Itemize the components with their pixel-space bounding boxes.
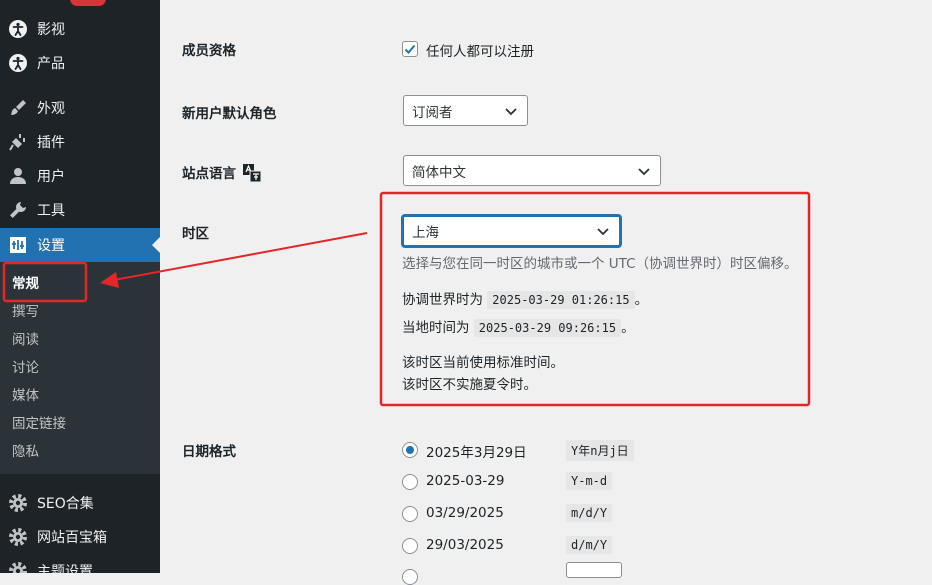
sidebar-item-seo[interactable]: SEO合集 bbox=[0, 486, 160, 520]
timezone-select[interactable]: 上海 bbox=[402, 215, 621, 247]
settings-icon bbox=[8, 235, 28, 255]
membership-checkbox[interactable] bbox=[402, 41, 418, 57]
chevron-down-icon bbox=[597, 228, 609, 236]
sidebar-item-users[interactable]: 用户 bbox=[0, 159, 160, 193]
sidebar-item-label: 设置 bbox=[37, 238, 65, 254]
site-language-label: 站点语言 bbox=[182, 166, 236, 182]
standard-time-note: 该时区当前使用标准时间。 bbox=[402, 355, 564, 371]
check-icon bbox=[404, 44, 416, 54]
settings-submenu: 常规 撰写 阅读 讨论 媒体 固定链接 隐私 bbox=[0, 262, 160, 474]
sidebar-item-plugins[interactable]: 插件 bbox=[0, 125, 160, 159]
chevron-down-icon bbox=[505, 107, 517, 115]
utc-time-value: 2025-03-29 01:26:15 bbox=[487, 291, 635, 309]
sidebar-item-chanpin[interactable]: 产品 bbox=[0, 46, 160, 80]
local-time-suffix: 。 bbox=[621, 320, 635, 336]
local-time-line: 当地时间为 2025-03-29 09:26:15。 bbox=[402, 316, 635, 337]
translation-icon bbox=[243, 164, 262, 186]
date-format-radio[interactable] bbox=[402, 474, 418, 490]
submenu-item-privacy[interactable]: 隐私 bbox=[12, 442, 39, 462]
sidebar-item-label: 外观 bbox=[37, 101, 65, 117]
submenu-item-general[interactable]: 常规 bbox=[12, 274, 39, 294]
sidebar-item-tools[interactable]: 工具 bbox=[0, 193, 160, 227]
timezone-description: 选择与您在同一时区的城市或一个 UTC（协调世界时）时区偏移。 bbox=[402, 256, 798, 272]
default-role-value: 订阅者 bbox=[412, 104, 453, 121]
date-format-option[interactable]: 29/03/2025 bbox=[426, 537, 504, 553]
update-badge bbox=[70, 0, 106, 6]
membership-checkbox-label[interactable]: 任何人都可以注册 bbox=[426, 40, 534, 60]
sidebar-item-label: 网站百宝箱 bbox=[37, 530, 107, 546]
gear-icon bbox=[8, 527, 28, 547]
date-format-code: Y年n月j日 bbox=[566, 440, 634, 461]
plugin-icon bbox=[8, 132, 28, 152]
gear-icon bbox=[8, 561, 28, 573]
submenu-item-discussion[interactable]: 讨论 bbox=[12, 358, 39, 378]
settings-main: 成员资格 任何人都可以注册 新用户默认角色 订阅者 站点语言 简体中文 时区 上… bbox=[160, 0, 932, 585]
sidebar-item-label: 工具 bbox=[37, 203, 65, 219]
submenu-item-reading[interactable]: 阅读 bbox=[12, 330, 39, 350]
date-format-code: Y-m-d bbox=[566, 472, 613, 490]
chevron-down-icon bbox=[638, 167, 650, 175]
sidebar-item-appearance[interactable]: 外观 bbox=[0, 91, 160, 125]
date-format-label: 日期格式 bbox=[182, 444, 236, 460]
accessibility-icon bbox=[8, 53, 28, 73]
gear-icon bbox=[8, 493, 28, 513]
date-format-option[interactable]: 03/29/2025 bbox=[426, 505, 504, 521]
sidebar-item-label: SEO合集 bbox=[37, 496, 94, 512]
date-format-radio[interactable] bbox=[402, 442, 418, 458]
timezone-label: 时区 bbox=[182, 226, 209, 242]
admin-sidebar: 影视 产品 外观 插件 用户 工具 设置 常规 撰写 阅读 讨论 媒体 固定链接… bbox=[0, 0, 160, 573]
date-format-radio[interactable] bbox=[402, 538, 418, 554]
utc-time-suffix: 。 bbox=[634, 292, 649, 308]
accessibility-icon bbox=[8, 19, 28, 39]
sidebar-item-theme-settings[interactable]: 主题设置 bbox=[0, 554, 160, 573]
date-format-radio[interactable] bbox=[402, 506, 418, 522]
sidebar-item-label: 用户 bbox=[37, 169, 65, 185]
utc-time-prefix: 协调世界时为 bbox=[402, 292, 483, 308]
sidebar-item-settings[interactable]: 设置 bbox=[0, 228, 160, 262]
default-role-label: 新用户默认角色 bbox=[182, 106, 277, 122]
date-format-option[interactable]: 2025年3月29日 bbox=[426, 441, 527, 461]
date-format-code: d/m/Y bbox=[566, 536, 613, 554]
utc-time-line: 协调世界时为 2025-03-29 01:26:15。 bbox=[402, 288, 649, 309]
user-icon bbox=[8, 166, 28, 186]
default-role-select[interactable]: 订阅者 bbox=[403, 95, 528, 126]
membership-label: 成员资格 bbox=[182, 43, 236, 59]
date-format-radio[interactable] bbox=[402, 569, 418, 585]
submenu-item-writing[interactable]: 撰写 bbox=[12, 302, 39, 322]
wrench-icon bbox=[8, 200, 28, 220]
local-time-prefix: 当地时间为 bbox=[402, 320, 470, 336]
paintbrush-icon bbox=[8, 98, 28, 118]
submenu-item-permalinks[interactable]: 固定链接 bbox=[12, 414, 66, 434]
sidebar-item-label: 插件 bbox=[37, 135, 65, 151]
sidebar-item-label: 影视 bbox=[37, 22, 65, 38]
sidebar-item-label: 产品 bbox=[37, 56, 65, 72]
custom-format-input[interactable] bbox=[566, 562, 622, 578]
date-format-option[interactable]: 2025-03-29 bbox=[426, 473, 504, 489]
date-format-code: m/d/Y bbox=[566, 504, 613, 522]
submenu-item-media[interactable]: 媒体 bbox=[12, 386, 39, 406]
sidebar-item-toolbox[interactable]: 网站百宝箱 bbox=[0, 520, 160, 554]
site-language-value: 简体中文 bbox=[412, 164, 466, 181]
sidebar-item-label: 主题设置 bbox=[37, 564, 93, 573]
local-time-value: 2025-03-29 09:26:15 bbox=[473, 319, 622, 337]
sidebar-item-yingshi[interactable]: 影视 bbox=[0, 12, 160, 46]
no-dst-note: 该时区不实施夏令时。 bbox=[402, 377, 537, 393]
timezone-value: 上海 bbox=[412, 225, 439, 241]
site-language-select[interactable]: 简体中文 bbox=[403, 155, 661, 186]
